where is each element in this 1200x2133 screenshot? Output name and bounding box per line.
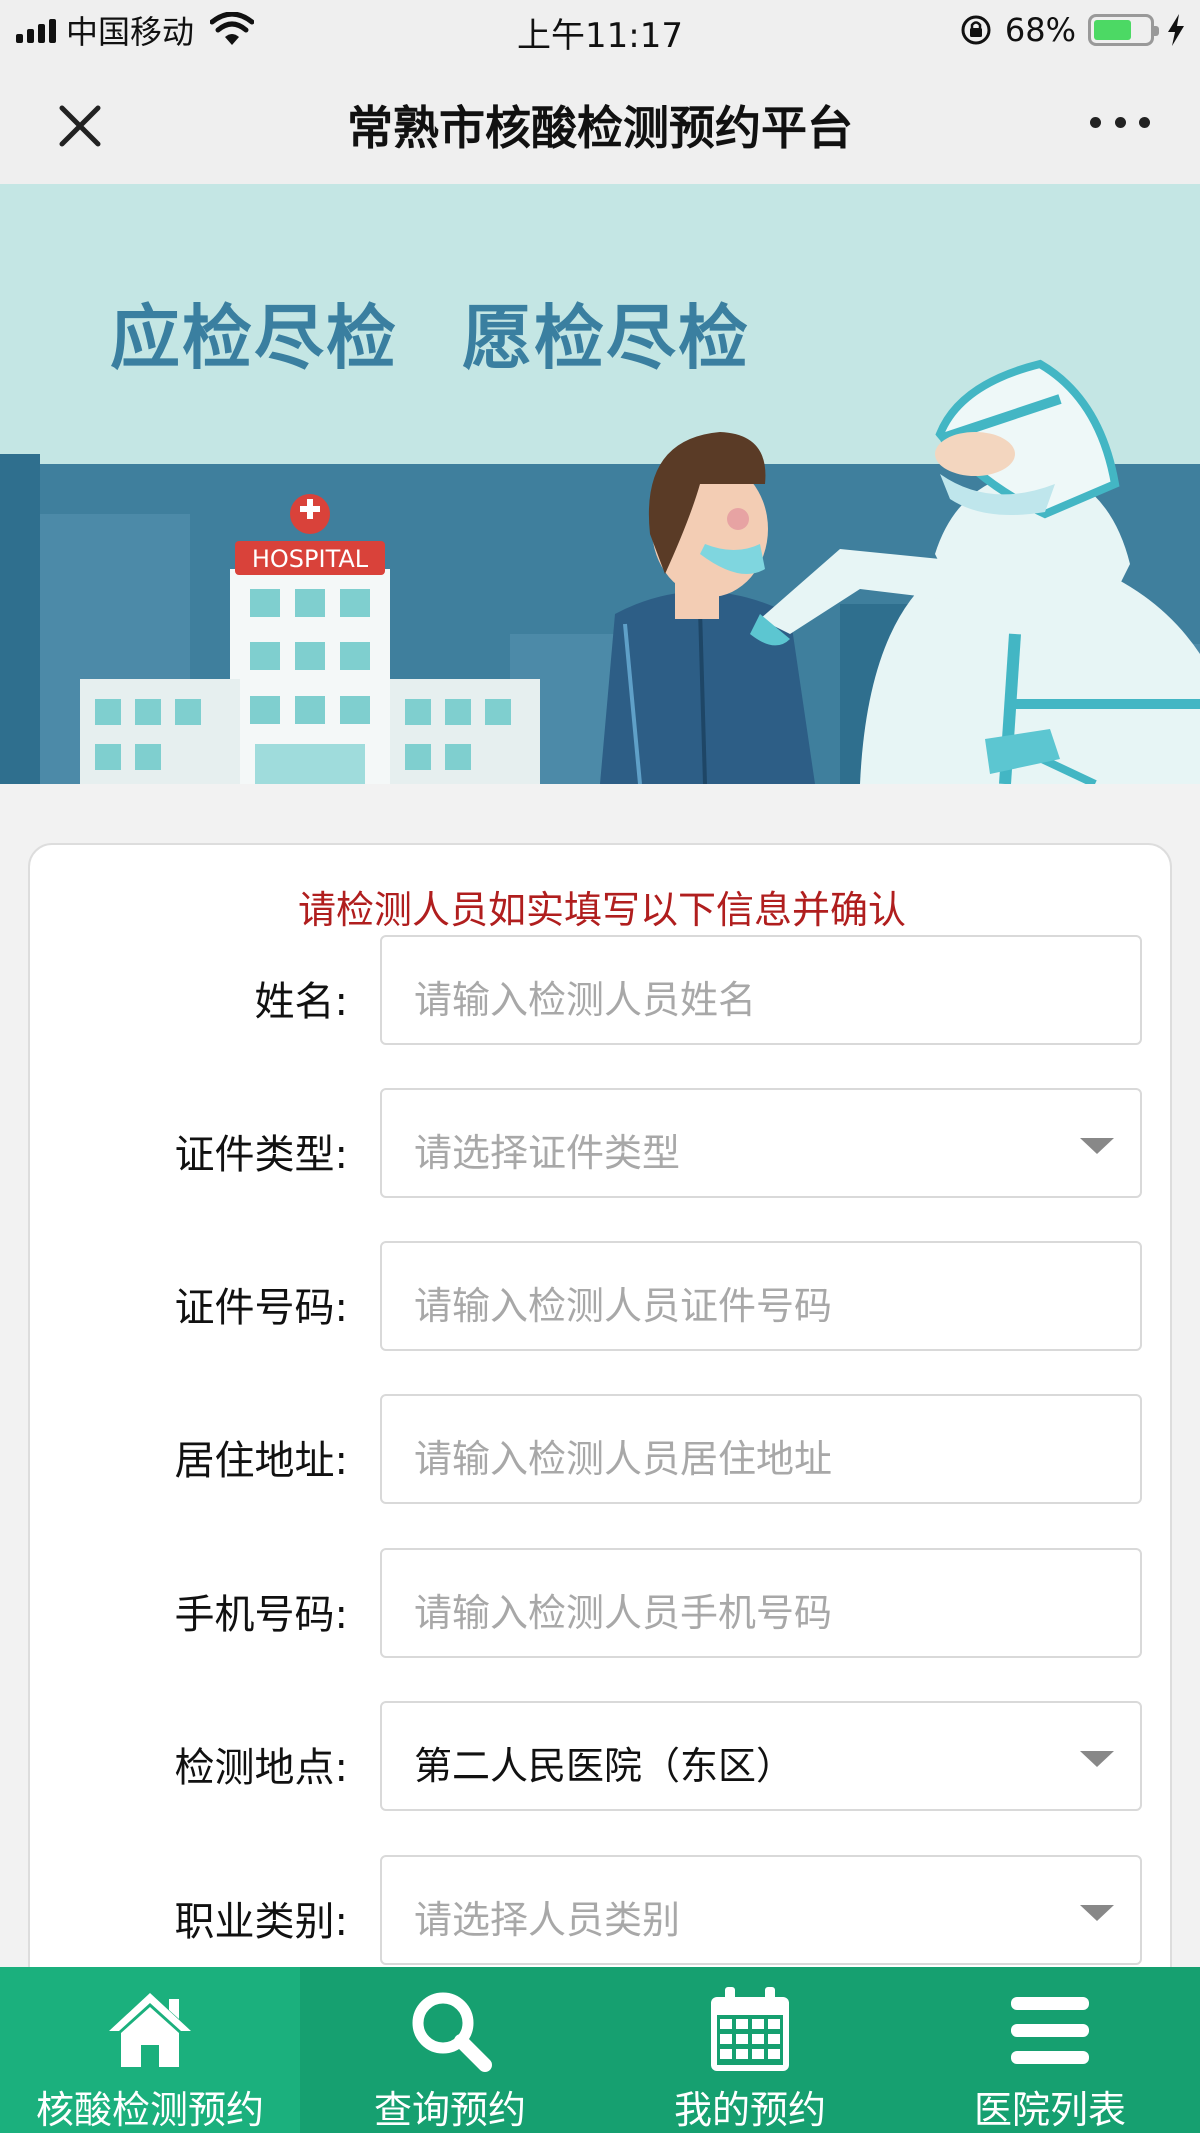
battery-icon xyxy=(1088,14,1159,46)
list-icon xyxy=(1011,1997,1089,2064)
nav-item-hospitals[interactable]: 医院列表 xyxy=(900,1967,1200,2133)
form-row-occupation: 职业类别: 请选择人员类别 xyxy=(30,1855,1174,1965)
nav-label-query: 查询预约 xyxy=(373,2088,526,2132)
nav-item-query[interactable]: 查询预约 xyxy=(300,1967,600,2133)
home-icon xyxy=(109,1993,191,2067)
banner-slogan-left: 应检尽检 xyxy=(110,296,398,379)
id-number-label: 证件号码: xyxy=(174,1285,348,1331)
title-bar: 常熟市核酸检测预约平台 xyxy=(0,60,1200,184)
more-icon[interactable] xyxy=(1080,100,1160,144)
id-type-select-placeholder: 请选择证件类型 xyxy=(414,1131,681,1175)
battery-level xyxy=(1094,20,1131,40)
id-number-input[interactable]: 请输入检测人员证件号码 xyxy=(380,1241,1142,1351)
form-row-id-type: 证件类型: 请选择证件类型 xyxy=(30,1088,1174,1198)
form-row-test-site: 检测地点: 第二人民医院（东区） xyxy=(30,1701,1174,1811)
banner-illustration: HOSPITAL xyxy=(0,184,1200,784)
search-icon xyxy=(412,1992,492,2072)
chevron-down-icon xyxy=(1080,1751,1114,1767)
form-row-phone: 手机号码: 请输入检测人员手机号码 xyxy=(30,1548,1174,1658)
phone-input[interactable]: 请输入检测人员手机号码 xyxy=(380,1548,1142,1658)
page-title: 常熟市核酸检测预约平台 xyxy=(347,101,853,155)
name-label: 姓名: xyxy=(254,979,348,1025)
phone-label: 手机号码: xyxy=(174,1592,348,1638)
test-site-select-value: 第二人民医院（东区） xyxy=(414,1744,795,1788)
nav-label-booking: 核酸检测预约 xyxy=(35,2088,264,2132)
nav-item-booking[interactable]: 核酸检测预约 xyxy=(0,1967,300,2133)
battery-percent: 68% xyxy=(1004,11,1076,49)
bottom-nav: 核酸检测预约 查询预约 我的预约 医院列表 xyxy=(0,1967,1200,2133)
form-row-name: 姓名: 请输入检测人员姓名 xyxy=(30,935,1174,1045)
chevron-down-icon xyxy=(1080,1905,1114,1921)
status-bar: 中国移动 上午11:17 68% xyxy=(0,0,1200,60)
hospital-sign: HOSPITAL xyxy=(252,545,369,573)
status-right: 68% xyxy=(959,10,1186,50)
test-site-select[interactable]: 第二人民医院（东区） xyxy=(380,1701,1142,1811)
form-row-address: 居住地址: 请输入检测人员居住地址 xyxy=(30,1394,1174,1504)
nav-item-my-bookings[interactable]: 我的预约 xyxy=(600,1967,900,2133)
charging-icon xyxy=(1168,14,1184,46)
form-row-id-number: 证件号码: 请输入检测人员证件号码 xyxy=(30,1241,1174,1351)
occupation-select-placeholder: 请选择人员类别 xyxy=(414,1898,681,1942)
id-number-input-placeholder: 请输入检测人员证件号码 xyxy=(414,1284,833,1328)
occupation-label: 职业类别: xyxy=(174,1899,348,1945)
address-label: 居住地址: xyxy=(174,1438,348,1484)
name-input-placeholder: 请输入检测人员姓名 xyxy=(414,978,757,1022)
address-input[interactable]: 请输入检测人员居住地址 xyxy=(380,1394,1142,1504)
name-input[interactable]: 请输入检测人员姓名 xyxy=(380,935,1142,1045)
nav-label-hospitals: 医院列表 xyxy=(973,2088,1126,2132)
banner-slogan-right: 愿检尽检 xyxy=(462,296,750,379)
registration-form: 请检测人员如实填写以下信息并确认 姓名: 请输入检测人员姓名 证件类型: 请选择… xyxy=(28,843,1172,2023)
form-notice: 请检测人员如实填写以下信息并确认 xyxy=(297,888,906,932)
address-input-placeholder: 请输入检测人员居住地址 xyxy=(414,1437,833,1481)
banner-image: HOSPITAL 应检尽检 愿检尽检 xyxy=(0,184,1200,784)
chevron-down-icon xyxy=(1080,1138,1114,1154)
rotation-lock-icon xyxy=(961,15,991,45)
calendar-icon xyxy=(711,1987,789,2071)
phone-input-placeholder: 请输入检测人员手机号码 xyxy=(414,1591,833,1635)
test-site-label: 检测地点: xyxy=(174,1745,348,1791)
occupation-select[interactable]: 请选择人员类别 xyxy=(380,1855,1142,1965)
id-type-label: 证件类型: xyxy=(174,1132,348,1178)
nav-label-my-bookings: 我的预约 xyxy=(673,2088,826,2132)
id-type-select[interactable]: 请选择证件类型 xyxy=(380,1088,1142,1198)
